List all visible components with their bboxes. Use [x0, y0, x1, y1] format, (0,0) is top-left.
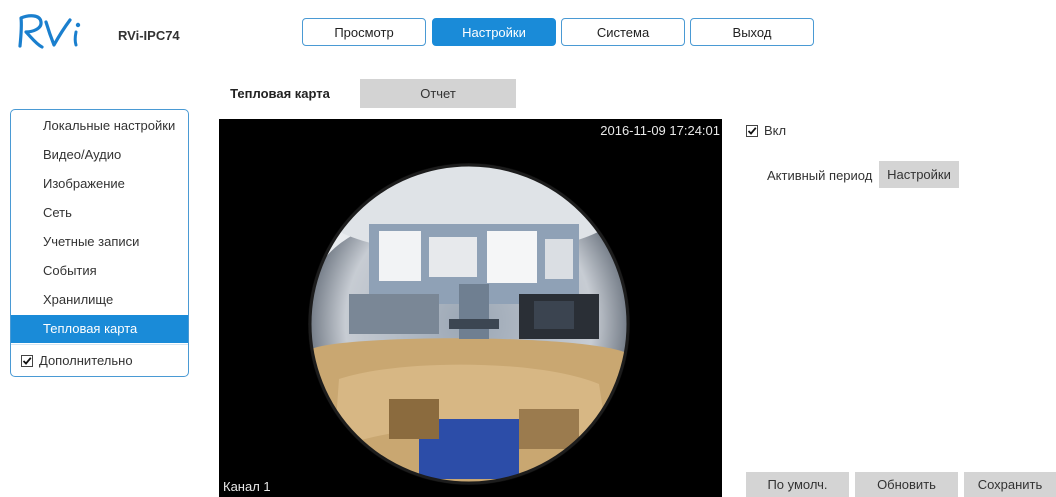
- nav-system-button[interactable]: Система: [561, 18, 685, 46]
- nav-logout-button[interactable]: Выход: [690, 18, 814, 46]
- nav-settings-button[interactable]: Настройки: [432, 18, 556, 46]
- active-period-settings-button[interactable]: Настройки: [879, 161, 959, 188]
- video-channel-label: Канал 1: [223, 479, 271, 494]
- tab-report[interactable]: Отчет: [360, 79, 516, 108]
- settings-sidebar: Локальные настройки Видео/Аудио Изображе…: [10, 109, 189, 377]
- save-button[interactable]: Сохранить: [964, 472, 1056, 497]
- sidebar-item-heatmap[interactable]: Тепловая карта: [11, 315, 188, 343]
- rvi-logo: [14, 12, 112, 52]
- sidebar-divider: [11, 344, 188, 345]
- camera-video-view[interactable]: 2016-11-09 17:24:01 Канал 1: [219, 119, 722, 497]
- checkmark-icon: [747, 126, 757, 135]
- enable-label: Вкл: [764, 123, 787, 138]
- device-model: RVi-IPC74: [118, 28, 180, 43]
- refresh-button[interactable]: Обновить: [855, 472, 958, 497]
- checkmark-icon: [22, 357, 32, 365]
- video-timestamp: 2016-11-09 17:24:01: [600, 123, 720, 138]
- tab-heatmap[interactable]: Тепловая карта: [204, 79, 356, 108]
- sidebar-item-events[interactable]: События: [11, 257, 188, 285]
- sidebar-item-accounts[interactable]: Учетные записи: [11, 228, 188, 256]
- sidebar-item-network[interactable]: Сеть: [11, 199, 188, 227]
- sidebar-item-local-settings[interactable]: Локальные настройки: [11, 112, 188, 140]
- advanced-label: Дополнительно: [39, 353, 133, 368]
- nav-view-button[interactable]: Просмотр: [302, 18, 426, 46]
- default-button[interactable]: По умолч.: [746, 472, 849, 497]
- sidebar-item-advanced[interactable]: Дополнительно: [11, 347, 133, 375]
- advanced-checkbox[interactable]: [21, 355, 33, 367]
- sidebar-item-storage[interactable]: Хранилище: [11, 286, 188, 314]
- sidebar-item-image[interactable]: Изображение: [11, 170, 188, 198]
- enable-toggle[interactable]: Вкл: [746, 123, 786, 138]
- fisheye-video-image: [308, 163, 630, 485]
- rvi-logo-icon: [18, 14, 81, 49]
- enable-checkbox[interactable]: [746, 124, 758, 137]
- sidebar-item-video-audio[interactable]: Видео/Аудио: [11, 141, 188, 169]
- active-period-label: Активный период: [767, 168, 873, 183]
